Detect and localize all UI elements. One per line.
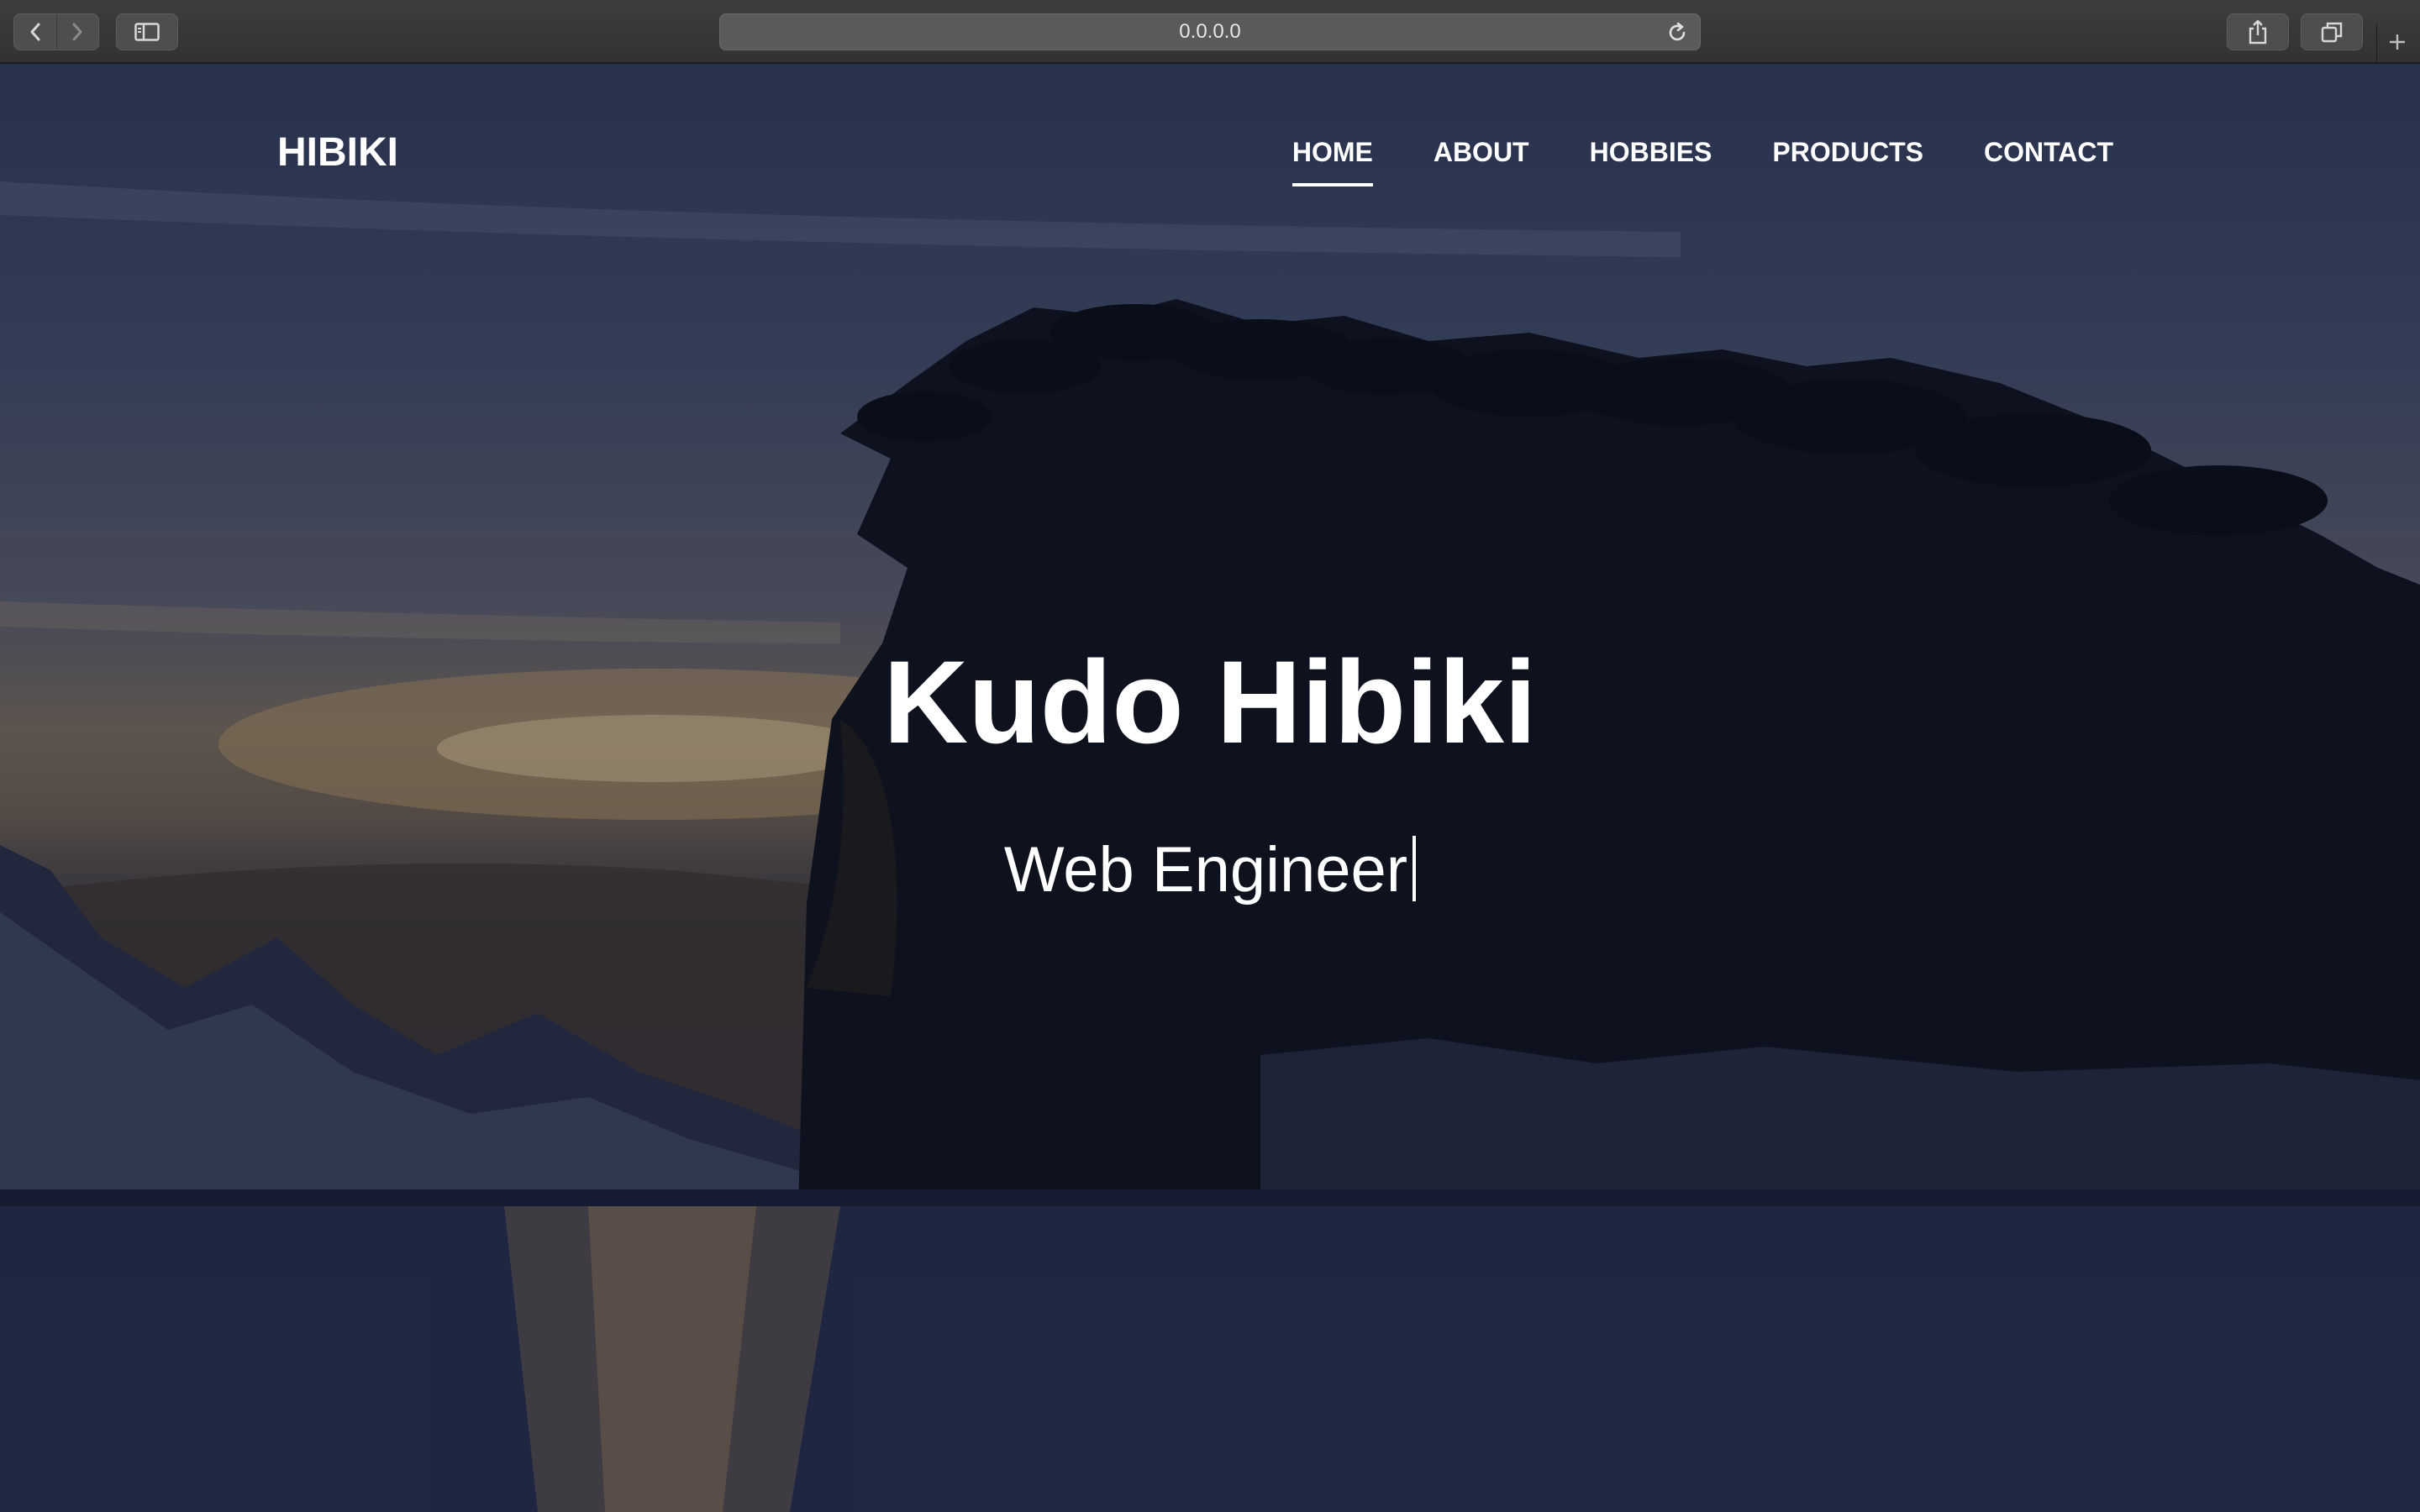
nav-products[interactable]: PRODUCTS xyxy=(1772,130,1923,175)
chevron-right-icon xyxy=(71,22,84,42)
history-nav xyxy=(13,13,99,50)
chevron-left-icon xyxy=(29,22,42,42)
share-icon xyxy=(2248,19,2268,45)
share-button[interactable] xyxy=(2227,13,2289,50)
nav-about[interactable]: ABOUT xyxy=(1434,130,1529,175)
tabs-icon xyxy=(2321,21,2343,43)
hero-overlay xyxy=(0,64,2420,1512)
plus-icon xyxy=(2387,32,2407,56)
tabs-button[interactable] xyxy=(2301,13,2363,50)
site-header: HIBIKI HOME ABOUT HOBBIES PRODUCTS CONTA… xyxy=(277,114,2113,190)
sidebar-icon xyxy=(134,23,160,41)
main-nav: HOME ABOUT HOBBIES PRODUCTS CONTACT xyxy=(1292,130,2113,186)
nav-contact[interactable]: CONTACT xyxy=(1984,130,2113,175)
hero-section: HIBIKI HOME ABOUT HOBBIES PRODUCTS CONTA… xyxy=(0,64,2420,1512)
reload-icon[interactable] xyxy=(1666,22,1688,48)
site-logo[interactable]: HIBIKI xyxy=(277,129,398,176)
hero-subtitle: Web Engineer xyxy=(1003,834,1408,906)
typing-cursor xyxy=(1413,836,1417,901)
nav-hobbies[interactable]: HOBBIES xyxy=(1590,130,1712,175)
browser-toolbar: 0.0.0.0 xyxy=(0,0,2420,64)
address-text: 0.0.0.0 xyxy=(1179,20,1241,43)
new-tab-button[interactable] xyxy=(2376,24,2417,64)
sidebar-button[interactable] xyxy=(116,13,178,50)
hero-title: Kudo Hibiki xyxy=(883,636,1537,768)
forward-button[interactable] xyxy=(55,14,98,50)
back-button[interactable] xyxy=(14,14,56,50)
address-bar[interactable]: 0.0.0.0 xyxy=(719,13,1701,50)
hero-subtitle-line: Web Engineer xyxy=(0,828,2420,912)
nav-home[interactable]: HOME xyxy=(1292,130,1373,186)
